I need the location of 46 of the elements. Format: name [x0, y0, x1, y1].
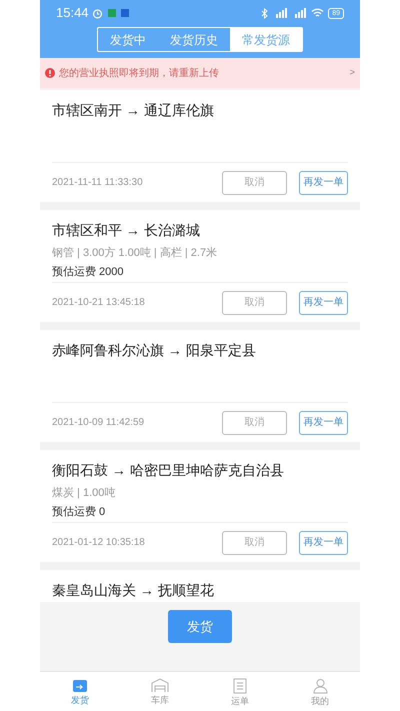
alert-banner[interactable]: 您的营业执照即将到期，请重新上传 >	[40, 58, 360, 88]
reorder-button[interactable]: 再发一单	[299, 290, 348, 314]
order-card[interactable]: 秦皇岛山海关 → 抚顺望花	[40, 570, 360, 602]
ship-button[interactable]: 发货	[168, 610, 232, 643]
tab[interactable]: 发货中	[98, 28, 158, 51]
box-icon	[72, 678, 88, 692]
status-time: 15:44	[56, 4, 89, 22]
garage-icon	[151, 678, 169, 693]
order-card[interactable]: 市辖区南开 → 通辽库伦旗 2021-11-11 11:33:30 取消 再发一单	[40, 90, 360, 202]
alarm-icon	[92, 8, 103, 18]
cancel-button[interactable]: 取消	[222, 410, 287, 434]
nav-tab[interactable]: 我的	[280, 672, 360, 711]
order-time: 2021-10-21 13:45:18	[52, 296, 145, 310]
cancel-button[interactable]: 取消	[222, 170, 287, 194]
chevron-icon: >	[350, 66, 355, 80]
nav-tab[interactable]: 运单	[200, 672, 280, 711]
route-title: 秦皇岛山海关 → 抚顺望花	[52, 581, 215, 600]
order-card[interactable]: 市辖区和平 → 长治潞城 钢管 | 3.00方 1.00吨 | 高栏 | 2.7米 预估运费 2000 2021-10-21 13:45:18 取消 再发一单	[40, 210, 360, 322]
alert-text: 您的营业执照即将到期，请重新上传	[59, 66, 219, 80]
nav-tab[interactable]: 发货	[40, 672, 120, 711]
route-title: 市辖区南开 → 通辽库伦旗	[52, 101, 215, 120]
bluetooth-icon	[261, 8, 268, 18]
order-card[interactable]: 衡阳石鼓 → 哈密巴里坤哈萨克自治县 煤炭 | 1.00吨 预估运费 0 2021-01-12 10:35:18 取消 再发一单	[40, 450, 360, 562]
cargo-specs: 煤炭 | 1.00吨	[52, 486, 116, 501]
estimated-fee: 预估运费 2000	[52, 265, 125, 280]
nav-tab[interactable]: 车库	[120, 672, 200, 711]
tab[interactable]: 常发货源	[230, 28, 302, 51]
route-title: 赤峰阿鲁科尔沁旗 → 阳泉平定县	[52, 341, 257, 360]
reorder-button[interactable]: 再发一单	[299, 410, 348, 434]
route-title: 市辖区和平 → 长治潞城	[52, 221, 201, 240]
tab[interactable]: 发货历史	[158, 28, 230, 51]
order-card[interactable]: 赤峰阿鲁科尔沁旗 → 阳泉平定县 2021-10-09 11:42:59 取消 再发一单	[40, 330, 360, 442]
order-time: 2021-11-11 11:33:30	[52, 176, 143, 190]
cancel-button[interactable]: 取消	[222, 530, 287, 554]
cargo-specs: 钢管 | 3.00方 1.00吨 | 高栏 | 2.7米	[52, 246, 218, 261]
route-title: 衡阳石鼓 → 哈密巴里坤哈萨克自治县	[52, 461, 285, 480]
document-icon	[233, 678, 247, 694]
reorder-button[interactable]: 再发一单	[299, 530, 348, 554]
warning-icon	[45, 68, 55, 78]
wifi-icon	[311, 8, 324, 18]
reorder-button[interactable]: 再发一单	[299, 170, 348, 194]
order-time: 2021-10-09 11:42:59	[52, 416, 144, 430]
cancel-button[interactable]: 取消	[222, 290, 287, 314]
person-icon	[312, 678, 328, 694]
estimated-fee: 预估运费 0	[52, 505, 106, 520]
order-time: 2021-01-12 10:35:18	[52, 536, 145, 550]
